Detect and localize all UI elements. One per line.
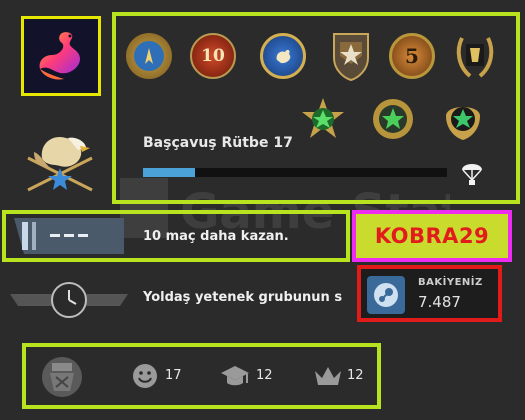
shield-medal-icon (333, 33, 369, 82)
medal-10[interactable]: 10 (190, 33, 236, 79)
player-name-box[interactable]: KOBRA29 (352, 210, 512, 262)
avatar-swan-icon (39, 32, 80, 80)
crown-icon (315, 367, 341, 385)
graduation-cap-icon (221, 366, 249, 386)
medal-star-1[interactable] (300, 96, 346, 142)
star-medal-icon (446, 107, 480, 140)
win-prompt-text: 10 maç daha kazan. (143, 229, 289, 244)
friendly-count: 17 (165, 368, 182, 383)
medal-5-label: 5 (405, 44, 419, 68)
rank-title: Başçavuş Rütbe 17 (143, 135, 293, 151)
chicken-icon (276, 49, 291, 64)
skill-group-text: Yoldaş yetenek grubunun s (143, 290, 343, 305)
leader-count: 12 (347, 368, 364, 383)
steam-icon (367, 276, 405, 314)
skill-badge-icon (42, 357, 82, 397)
medal-star-2[interactable] (370, 96, 416, 142)
player-name: KOBRA29 (374, 224, 490, 248)
star-medal-icon (373, 99, 413, 139)
eagle-rank-icon (27, 136, 93, 192)
medal-10-label: 10 (201, 46, 225, 66)
wallet-value: 7.487 (418, 293, 461, 311)
xp-progress-bar (143, 168, 447, 177)
medal-5[interactable]: 5 (389, 33, 435, 79)
medal-shield[interactable] (330, 28, 372, 82)
avatar[interactable] (21, 16, 101, 96)
medal-laurel[interactable] (452, 30, 498, 82)
xp-progress-fill (143, 168, 195, 177)
smiley-icon (133, 364, 157, 388)
unranked-badge-icon (14, 218, 124, 254)
medal-star-3[interactable] (440, 96, 486, 142)
medal-chicken[interactable] (260, 33, 306, 79)
laurel-medal-icon (456, 37, 494, 78)
teacher-count: 12 (256, 368, 273, 383)
wallet-label: BAKİYENİZ (418, 277, 483, 288)
star-medal-icon (302, 98, 344, 138)
medal-coin-1[interactable] (126, 33, 172, 79)
parachute-icon (462, 164, 482, 185)
stopwatch-wings-icon (10, 282, 128, 318)
